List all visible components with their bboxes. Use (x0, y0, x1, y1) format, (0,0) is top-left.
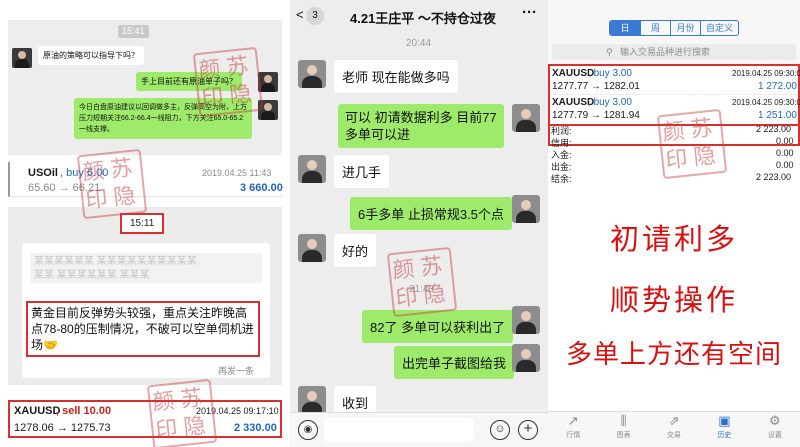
trade-profit: 2 330.00 (234, 422, 277, 434)
trade-symbol: USOil (28, 167, 58, 179)
tab-day[interactable]: 日 (610, 21, 640, 35)
left-screenshot-panel: 15:41 原油的策略可以指导下吗？ 手上目前还有原油单子吗？ 今日白盘原油建议… (0, 0, 290, 447)
trade-prices: 1278.06 → 1275.73 (14, 422, 111, 434)
customer-avatar (298, 386, 326, 414)
customer-avatar (298, 234, 326, 262)
chat-header: < 3 4.21王庄平 ～不持仓过夜 ··· (290, 0, 548, 32)
chat-message-left: 进几手 (334, 155, 390, 188)
nav-chart[interactable]: ⫼ 图表 (598, 412, 648, 447)
chat-message-right: 82了 多单可以获利出了 (362, 310, 514, 343)
tab-month[interactable]: 月份 (670, 21, 700, 35)
trade-datetime: 2019.04.25 09:30:03 (732, 98, 800, 107)
caption-line: 初请利多 (609, 222, 738, 256)
trade-action: , buy 3.00 (588, 97, 632, 108)
caption-line: 顺势操作 (609, 283, 738, 317)
back-button[interactable]: < (296, 7, 304, 22)
customer-avatar (12, 48, 32, 68)
search-input[interactable]: ⚲ 输入交易品种进行搜索 (552, 44, 796, 60)
quoted-message-card: 某某某某某某 某某某某某某某某某某 某某 某某某某某某 某某某 黄金目前反弹势头… (22, 243, 270, 378)
seal-stamp: 颜苏 印隐 (656, 108, 728, 180)
tab-week[interactable]: 周 (640, 21, 670, 35)
trade-icon: ⇗ (668, 413, 680, 428)
chat-card-2: 15:11 某某某某某某 某某某某某某某某某某 某某 某某某某某某 某某某 黄金… (8, 207, 282, 385)
reply-link[interactable]: 再发一条 (218, 364, 254, 377)
plus-icon[interactable]: + (518, 420, 538, 440)
customer-message: 原油的策略可以指导下吗？ (38, 46, 144, 65)
search-icon: ⚲ (606, 47, 613, 57)
nav-quotes[interactable]: ↗ 行情 (548, 412, 598, 447)
voice-icon[interactable]: ◉ (298, 420, 318, 440)
teacher-avatar (512, 195, 540, 223)
seal-stamp: 颜苏 印隐 (146, 378, 218, 447)
trade-prices: 1277.79 → 1281.94 (552, 110, 640, 121)
trade-symbol: XAUUSD (14, 405, 61, 417)
chat-title: 4.21王庄平 ～不持仓过夜 (350, 11, 496, 26)
bottom-nav: ↗ 行情 ⫼ 图表 ⇗ 交易 ▣ 历史 ⚙ 设置 (548, 411, 800, 447)
chat-message-right: 可以 初请数据利多 目前77多单可以进 (338, 104, 504, 148)
blurred-quote: 某某某某某某 某某某某某某某某某某 某某 某某某某某某 某某某 (30, 253, 262, 283)
unread-count-badge: 3 (306, 7, 324, 25)
trade-profit: 1 251.00 (758, 110, 797, 121)
period-tabs: 日 周 月份 自定义 (609, 20, 739, 36)
seal-stamp: 颜苏 印隐 (192, 46, 264, 118)
customer-avatar (298, 155, 326, 183)
trade-record-xauusd-sell: XAUUSD , sell 10.00 2019.04.25 09:17:10 … (8, 400, 282, 438)
chat-input-bar: ◉ ☺ + (290, 412, 548, 447)
quotes-icon: ↗ (567, 413, 579, 428)
more-icon[interactable]: ··· (522, 4, 537, 21)
caption-line: 多单上方还有空间 (565, 340, 782, 370)
chart-icon: ⫼ (620, 413, 627, 428)
emoji-icon[interactable]: ☺ (490, 420, 510, 440)
chat-message-left: 老师 现在能做多吗 (334, 60, 458, 93)
trade-prices: 1277.77 → 1282.01 (552, 81, 640, 92)
trade-datetime: 2019.04.25 11:43 (202, 168, 272, 178)
teacher-avatar (512, 306, 540, 334)
seal-stamp: 颜苏 印隐 (386, 246, 458, 318)
chat-timestamp: 20:44 (406, 38, 432, 49)
trade-datetime: 2019.04.25 09:30:05 (732, 69, 800, 78)
chat-message-left: 好的 (334, 234, 377, 267)
trade-profit: 1 272.00 (758, 81, 797, 92)
nav-trade[interactable]: ⇗ 交易 (649, 412, 699, 447)
chat-timestamp: 15:41 (118, 25, 149, 38)
handshake-emoji: 🤝 (43, 338, 58, 352)
middle-chat-panel: < 3 4.21王庄平 ～不持仓过夜 ··· 20:44 老师 现在能做多吗 可… (290, 0, 548, 447)
highlighted-message: 黄金目前反弹势头较强，重点关注昨晚高点78-80的压制情况，不破可以空单伺机进场… (26, 301, 260, 357)
message-input[interactable] (324, 418, 474, 442)
chat-message-right: 出完单子截图给我 (394, 346, 515, 379)
tab-custom[interactable]: 自定义 (700, 21, 738, 35)
chat-message-right: 6手多单 止损常规3.5个点 (350, 197, 512, 230)
trade-action: , sell 10.00 (56, 405, 112, 417)
chat-timestamp-highlighted: 15:11 (120, 213, 165, 234)
trade-action: , buy 3.00 (588, 68, 632, 79)
history-header: 日 周 月份 自定义 ⚲ 输入交易品种进行搜索 (548, 0, 800, 64)
teacher-avatar (512, 104, 540, 132)
nav-settings[interactable]: ⚙ 设置 (750, 412, 800, 447)
nav-history[interactable]: ▣ 历史 (699, 412, 749, 447)
seal-stamp: 颜苏 印隐 (76, 148, 148, 220)
customer-avatar (298, 60, 326, 88)
right-history-panel: 日 周 月份 自定义 ⚲ 输入交易品种进行搜索 XAUUSD , buy 3.0… (548, 0, 800, 447)
trade-record: XAUUSD , buy 3.00 2019.04.25 09:30:05 12… (550, 66, 800, 95)
teacher-avatar (512, 344, 540, 372)
history-icon: ▣ (718, 413, 731, 428)
trade-profit: 3 660.00 (240, 182, 283, 194)
gear-icon: ⚙ (769, 413, 781, 428)
